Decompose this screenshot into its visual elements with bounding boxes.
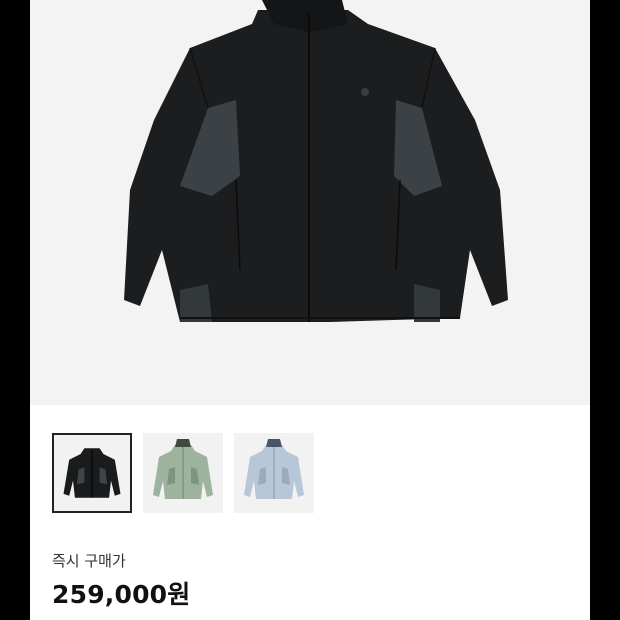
product-hero-image[interactable] — [30, 0, 590, 405]
jacket-thumbnail-icon — [244, 439, 304, 499]
jacket-front-image — [124, 0, 508, 322]
jacket-thumbnail-icon — [153, 439, 213, 499]
thumbnail-sage[interactable] — [143, 433, 223, 513]
jacket-thumbnail-icon — [63, 448, 121, 498]
thumbnail-black[interactable] — [52, 433, 132, 513]
thumbnail-light-blue[interactable] — [234, 433, 314, 513]
colorway-thumbnails — [52, 433, 314, 515]
buy-now-price-label: 즉시 구매가 — [52, 552, 126, 570]
product-screen: 즉시 구매가 259,000원 — [30, 0, 590, 620]
buy-now-price: 259,000원 — [52, 580, 191, 609]
